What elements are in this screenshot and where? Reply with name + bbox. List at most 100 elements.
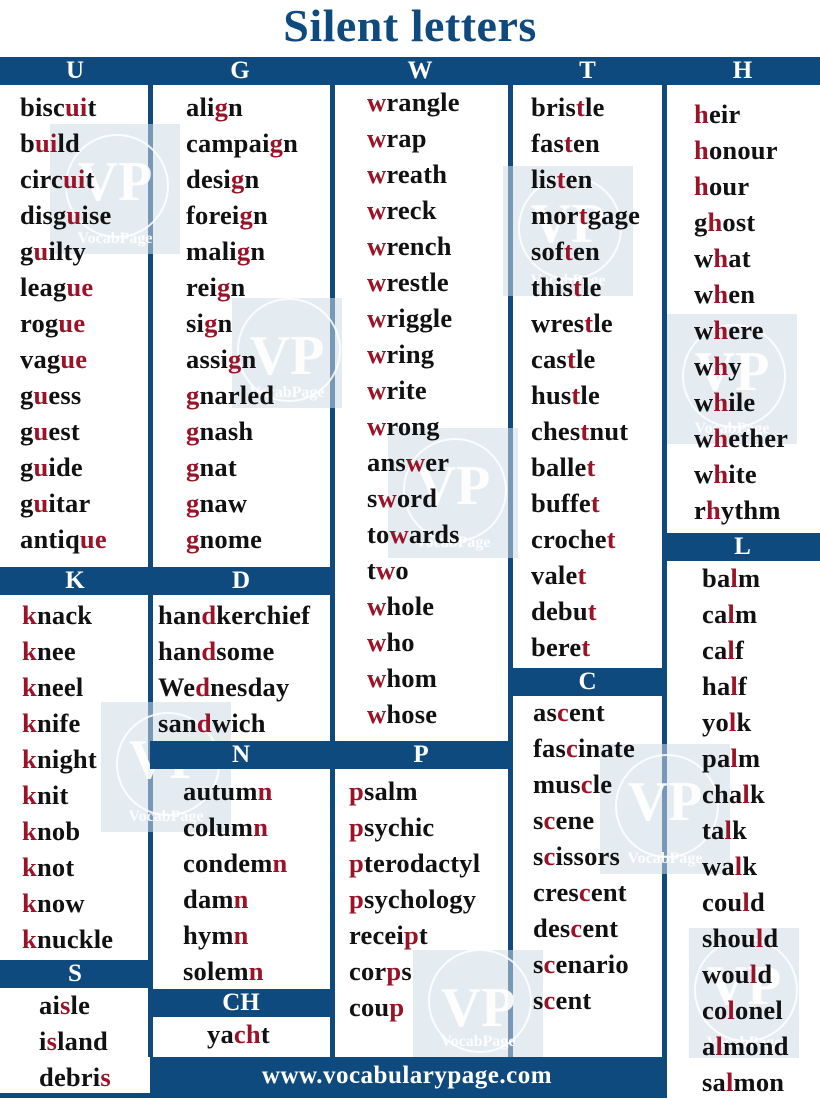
silent-letter: c	[578, 877, 591, 907]
word-part: san	[158, 708, 197, 738]
word-part: a	[702, 1031, 716, 1061]
word-item: gnome	[186, 521, 298, 557]
section-header-k: K	[0, 567, 150, 595]
word-item: kneel	[22, 669, 113, 705]
word-part: ene	[555, 805, 595, 835]
word-item: psychic	[349, 809, 480, 845]
word-part: ent	[590, 877, 627, 907]
word-item: talk	[702, 812, 789, 848]
word-part: wa	[702, 851, 735, 881]
word-item: knife	[22, 705, 113, 741]
silent-letter: h	[707, 207, 723, 237]
word-part: f	[735, 635, 745, 665]
word-part: as	[533, 697, 557, 727]
silent-letter: ue	[66, 272, 94, 302]
word-part: ether	[728, 423, 789, 453]
silent-letter: t	[586, 452, 596, 482]
word-part: r	[694, 495, 706, 525]
silent-letter: g	[230, 164, 245, 194]
silent-letter: l	[725, 1067, 734, 1097]
silent-letter: h	[705, 495, 721, 525]
word-item: guest	[20, 413, 111, 449]
word-part: ca	[702, 635, 728, 665]
silent-letter: t	[556, 164, 566, 194]
word-item: when	[694, 276, 788, 312]
word-part: g	[694, 207, 708, 237]
word-part: our	[708, 171, 750, 201]
word-part: cas	[531, 344, 567, 374]
word-item: assign	[186, 341, 298, 377]
silent-letter: g	[186, 380, 200, 410]
word-part: le	[582, 272, 602, 302]
silent-letter: h	[713, 351, 729, 381]
word-item: gnarled	[186, 377, 298, 413]
word-part: bisc	[20, 92, 65, 122]
word-item: whole	[367, 588, 460, 624]
word-part: autum	[183, 776, 258, 806]
silent-letter: p	[349, 812, 364, 842]
word-part: hose	[386, 699, 438, 729]
word-item: vague	[20, 341, 111, 377]
word-item: solemn	[183, 953, 287, 989]
word-item: mortgage	[531, 197, 640, 233]
word-part: b	[20, 128, 35, 158]
word-part: land	[57, 1026, 108, 1056]
silent-letter: s	[60, 990, 71, 1020]
word-item: handsome	[158, 633, 310, 669]
silent-letter: t	[581, 632, 591, 662]
silent-letter: t	[590, 488, 600, 518]
word-part: n	[252, 200, 268, 230]
word-item: psalm	[349, 773, 480, 809]
word-part: s	[533, 841, 544, 871]
word-part: han	[158, 636, 202, 666]
word-item: palm	[702, 740, 789, 776]
silent-letter: c	[570, 913, 583, 943]
word-part: rangle	[386, 87, 460, 117]
word-part: er	[425, 447, 450, 477]
word-item: valet	[531, 557, 640, 593]
word-part: kerchief	[216, 600, 311, 630]
word-item: hymn	[183, 917, 287, 953]
word-item: build	[20, 125, 111, 161]
word-part: nesday	[210, 672, 290, 702]
silent-letter: k	[22, 636, 37, 666]
word-part: ere	[728, 315, 764, 345]
word-part: w	[694, 279, 714, 309]
word-item: calf	[702, 632, 789, 668]
word-part: salm	[363, 776, 418, 806]
word-part: le	[575, 344, 596, 374]
silent-letter: t	[566, 344, 576, 374]
word-part: ans	[367, 447, 406, 477]
silent-letter: l	[730, 563, 738, 593]
silent-letter: h	[694, 99, 709, 129]
divider	[0, 1093, 150, 1098]
silent-letter: u	[33, 488, 49, 518]
word-item: would	[702, 956, 789, 992]
silent-letter: n	[248, 956, 264, 986]
section-header-d: D	[150, 567, 332, 595]
silent-letter: d	[196, 708, 212, 738]
word-item: scene	[533, 802, 635, 838]
word-part: rap	[386, 123, 427, 153]
silent-letter: w	[367, 267, 387, 297]
word-item: wring	[367, 336, 460, 372]
word-part: issors	[555, 841, 620, 871]
word-part: s	[367, 483, 378, 513]
word-part: rench	[386, 231, 452, 261]
word-part: en	[728, 279, 756, 309]
word-part: nee	[36, 636, 76, 666]
word-part: g	[20, 236, 34, 266]
word-item: wrangle	[367, 84, 460, 120]
word-item: hour	[694, 168, 788, 204]
word-part: ise	[81, 200, 112, 230]
word-part: hus	[531, 380, 572, 410]
word-part: nome	[199, 524, 263, 554]
word-item: sword	[367, 480, 460, 516]
word-item: descent	[533, 910, 635, 946]
word-part: en	[573, 128, 600, 158]
word-item: foreign	[186, 197, 298, 233]
word-part: ilty	[48, 236, 87, 266]
word-part: solem	[183, 956, 249, 986]
word-item: crochet	[531, 521, 640, 557]
word-part: yo	[702, 707, 729, 737]
